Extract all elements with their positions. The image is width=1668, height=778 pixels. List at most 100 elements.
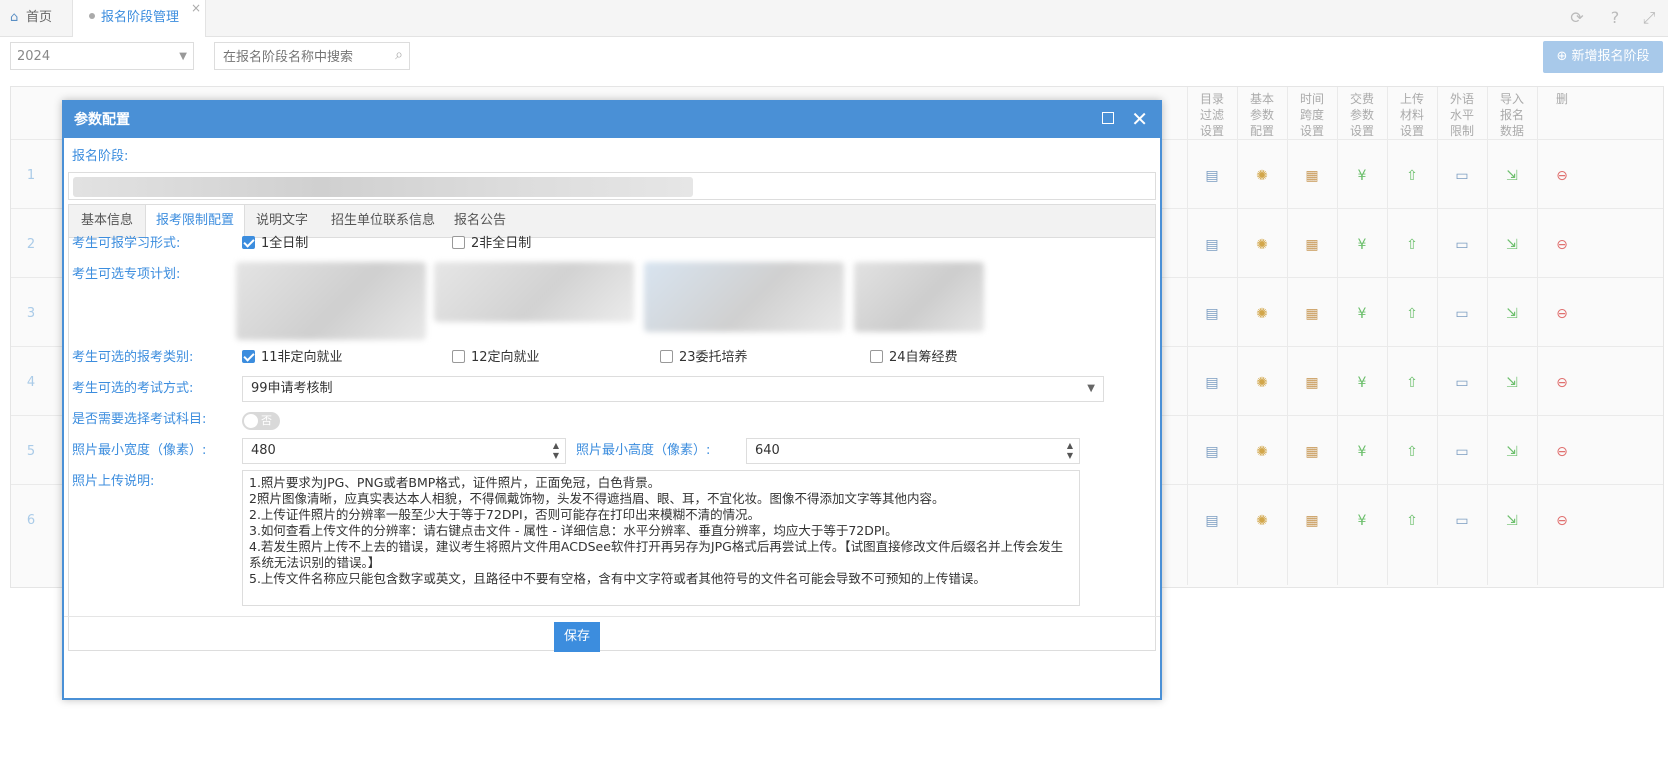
delete-icon[interactable]: ⊖ (1553, 374, 1571, 392)
catalog-filter-icon[interactable]: ▤ (1203, 443, 1221, 461)
catalog-filter-icon[interactable]: ▤ (1203, 236, 1221, 254)
upload-material-icon[interactable]: ⇧ (1403, 512, 1421, 530)
photo-desc-line: 5.上传文件名称应只能包含数字或英文，且路径中不要有空格，含有中文字符或者其他符… (249, 571, 986, 586)
close-icon[interactable]: ✕ (1131, 108, 1148, 130)
year-select[interactable]: 2024 ▼ (10, 42, 194, 70)
time-span-icon[interactable]: ▦ (1303, 167, 1321, 185)
tab-home[interactable]: ⌂ 首页 (10, 0, 72, 36)
catalog-filter-icon[interactable]: ▤ (1203, 374, 1221, 392)
language-limit-icon[interactable]: ▭ (1453, 512, 1471, 530)
import-data-icon[interactable]: ⇲ (1503, 236, 1521, 254)
min-height-label: 照片最小高度（像素）: (576, 443, 711, 458)
delete-icon[interactable]: ⊖ (1553, 167, 1571, 185)
import-data-icon[interactable]: ⇲ (1503, 305, 1521, 323)
language-limit-icon[interactable]: ▭ (1453, 305, 1471, 323)
import-data-icon[interactable]: ⇲ (1503, 443, 1521, 461)
study-form-parttime-label: 2非全日制 (471, 236, 532, 251)
help-icon[interactable]: ? (1606, 9, 1624, 27)
tab-announcement[interactable]: 报名公告 (445, 205, 515, 237)
add-stage-label: 新增报名阶段 (1571, 49, 1650, 64)
spinner-icon[interactable]: ▲ ▼ (553, 441, 559, 461)
language-limit-icon[interactable]: ▭ (1453, 167, 1471, 185)
delete-icon[interactable]: ⊖ (1553, 236, 1571, 254)
blurred-special-plan-option (854, 262, 984, 332)
row-number: 2 (26, 237, 36, 252)
time-span-icon[interactable]: ▦ (1303, 512, 1321, 530)
basic-param-icon[interactable]: ✺ (1253, 236, 1271, 254)
tab-unit-contact[interactable]: 招生单位联系信息 (321, 205, 445, 237)
tab-basic-info[interactable]: 基本信息 (69, 205, 145, 237)
upload-material-icon[interactable]: ⇧ (1403, 374, 1421, 392)
maximize-icon[interactable] (1102, 112, 1114, 124)
upload-material-icon[interactable]: ⇧ (1403, 236, 1421, 254)
basic-param-icon[interactable]: ✺ (1253, 305, 1271, 323)
min-width-input[interactable]: 480 ▲ ▼ (242, 438, 566, 464)
basic-param-icon[interactable]: ✺ (1253, 374, 1271, 392)
import-data-icon[interactable]: ⇲ (1503, 512, 1521, 530)
checkbox-unchecked-icon (452, 350, 465, 363)
delete-icon[interactable]: ⊖ (1553, 443, 1571, 461)
catalog-filter-icon[interactable]: ▤ (1203, 512, 1221, 530)
exam-mode-select[interactable]: 99申请考核制 ▼ (242, 376, 1104, 402)
study-form-fulltime-checkbox[interactable]: 1全日制 (242, 235, 308, 253)
stage-field[interactable] (68, 172, 1156, 200)
upload-material-icon[interactable]: ⇧ (1403, 305, 1421, 323)
import-data-icon[interactable]: ⇲ (1503, 374, 1521, 392)
category-23-checkbox[interactable]: 23委托培养 (660, 349, 748, 367)
add-stage-button[interactable]: ⊕ 新增报名阶段 (1543, 41, 1663, 73)
fee-param-icon[interactable]: ¥ (1353, 305, 1371, 323)
column-header: 交费 参数 设置 (1349, 92, 1374, 138)
delete-icon[interactable]: ⊖ (1553, 512, 1571, 530)
delete-icon[interactable]: ⊖ (1553, 305, 1571, 323)
min-width-value: 480 (251, 443, 276, 458)
category-24-checkbox[interactable]: 24自筹经费 (870, 349, 958, 367)
photo-desc-line: 2.上传证件照片的分辨率一般至少大于等于72DPI，否则可能存在打印出来模糊不清… (249, 507, 761, 522)
fee-param-icon[interactable]: ¥ (1353, 374, 1371, 392)
blurred-special-plan-option (644, 262, 844, 332)
blurred-stage-name (73, 177, 693, 197)
time-span-icon[interactable]: ▦ (1303, 236, 1321, 254)
save-button[interactable]: 保存 (554, 622, 600, 652)
fee-param-icon[interactable]: ¥ (1353, 512, 1371, 530)
tab-restriction-config[interactable]: 报考限制配置 (145, 205, 245, 239)
config-tabs: 基本信息 报考限制配置 说明文字 招生单位联系信息 报名公告 (68, 204, 1156, 239)
photo-desc-textarea[interactable]: 1.照片要求为JPG、PNG或者BMP格式，证件照片，正面免冠，白色背景。 2照… (242, 470, 1080, 606)
search-input[interactable] (221, 44, 385, 70)
tab-description-text[interactable]: 说明文字 (243, 205, 321, 237)
language-limit-icon[interactable]: ▭ (1453, 443, 1471, 461)
study-form-parttime-checkbox[interactable]: 2非全日制 (452, 235, 531, 253)
search-box[interactable]: ⌕ (214, 42, 410, 70)
min-height-input[interactable]: 640 ▲ ▼ (746, 438, 1080, 464)
category-12-checkbox[interactable]: 12定向就业 (452, 349, 540, 367)
top-tab-bar: ⌂ 首页 报名阶段管理 × ⟳ ? ⤢ (0, 0, 1668, 37)
search-icon[interactable]: ⌕ (395, 47, 403, 63)
time-span-icon[interactable]: ▦ (1303, 374, 1321, 392)
fee-param-icon[interactable]: ¥ (1353, 443, 1371, 461)
subject-toggle[interactable]: 否 (242, 412, 280, 430)
fee-param-icon[interactable]: ¥ (1353, 167, 1371, 185)
upload-material-icon[interactable]: ⇧ (1403, 167, 1421, 185)
fullscreen-icon[interactable]: ⤢ (1640, 9, 1658, 27)
basic-param-icon[interactable]: ✺ (1253, 167, 1271, 185)
spinner-icon[interactable]: ▲ ▼ (1067, 441, 1073, 461)
category-11-checkbox[interactable]: 11非定向就业 (242, 349, 343, 367)
tab-close-icon[interactable]: × (191, 0, 201, 26)
catalog-filter-icon[interactable]: ▤ (1203, 305, 1221, 323)
language-limit-icon[interactable]: ▭ (1453, 236, 1471, 254)
column-header: 删 (1555, 92, 1568, 106)
basic-param-icon[interactable]: ✺ (1253, 443, 1271, 461)
import-data-icon[interactable]: ⇲ (1503, 167, 1521, 185)
fee-param-icon[interactable]: ¥ (1353, 236, 1371, 254)
exam-mode-value: 99申请考核制 (251, 381, 333, 396)
tab-active-label: 报名阶段管理 (101, 10, 180, 25)
tab-stage-management[interactable]: 报名阶段管理 × (72, 0, 206, 37)
refresh-icon[interactable]: ⟳ (1568, 9, 1586, 27)
exam-mode-label: 考生可选的考试方式: (72, 381, 194, 396)
row-number: 1 (26, 168, 36, 183)
basic-param-icon[interactable]: ✺ (1253, 512, 1271, 530)
upload-material-icon[interactable]: ⇧ (1403, 443, 1421, 461)
time-span-icon[interactable]: ▦ (1303, 305, 1321, 323)
time-span-icon[interactable]: ▦ (1303, 443, 1321, 461)
catalog-filter-icon[interactable]: ▤ (1203, 167, 1221, 185)
language-limit-icon[interactable]: ▭ (1453, 374, 1471, 392)
